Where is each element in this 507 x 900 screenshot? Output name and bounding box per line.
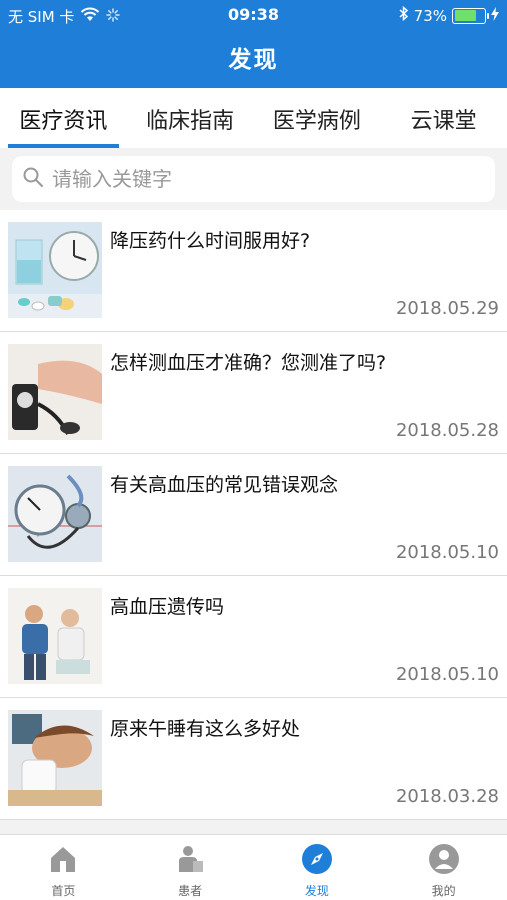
article-date: 2018.03.28 [395,786,499,807]
nav-discover[interactable]: 发现 [254,835,381,900]
article-title: 降压药什么时间服用好? [110,230,311,252]
napping-person-image [8,710,102,806]
search-input[interactable] [52,167,452,191]
article-date: 2018.05.10 [395,664,499,685]
page-title: 发现 [228,47,279,73]
article-title: 有关高血压的常见错误观念 [110,474,339,496]
nav-profile[interactable]: 我的 [380,835,507,900]
list-item[interactable]: 降压药什么时间服用好? 2018.05.29 [0,210,507,332]
article-date: 2018.05.10 [395,542,499,563]
bottom-nav: 首页 患者 发现 我的 [0,834,507,900]
sphygmomanometer-image [8,466,102,562]
nav-label: 我的 [431,884,456,898]
search-box[interactable] [12,156,495,202]
profile-icon [428,843,460,879]
nav-label: 首页 [51,884,76,898]
nav-label: 患者 [178,884,203,898]
list-item[interactable]: 原来午睡有这么多好处 2018.03.28 [0,698,507,820]
doctor-patient-image [8,588,102,684]
tab-medical-news[interactable]: 医疗资讯 [0,88,127,148]
home-icon [47,843,79,879]
list-item[interactable]: 高血压遗传吗 2018.05.10 [0,576,507,698]
article-title: 高血压遗传吗 [110,596,225,618]
battery-icon [452,7,489,24]
category-tabs: 医疗资讯 临床指南 医学病例 云课堂 [0,88,507,148]
search-icon [22,166,44,192]
tab-medical-cases[interactable]: 医学病例 [254,88,381,148]
pills-and-clock-image [8,222,102,318]
tab-clinical-guide[interactable]: 临床指南 [127,88,254,148]
search-bar [0,148,507,210]
patient-icon [174,843,206,879]
charging-icon [491,6,499,25]
compass-icon [301,843,333,879]
tab-cloud-classroom[interactable]: 云课堂 [380,88,507,148]
battery-level [454,10,476,21]
blood-pressure-measuring-image [8,344,102,440]
nav-home[interactable]: 首页 [0,835,127,900]
article-list: 降压药什么时间服用好? 2018.05.29 怎样测血压才准确？您测准了吗? 2… [0,210,507,820]
status-bar: 无 SIM 卡 09:38 73% [0,0,507,30]
nav-patients[interactable]: 患者 [127,835,254,900]
nav-label: 发现 [304,884,329,898]
app-header: 无 SIM 卡 09:38 73% 发现 [0,0,507,88]
battery-percent: 73% [413,6,447,25]
article-date: 2018.05.29 [395,298,499,319]
bluetooth-icon [399,5,409,25]
list-item[interactable]: 有关高血压的常见错误观念 2018.05.10 [0,454,507,576]
article-title: 原来午睡有这么多好处 [110,718,301,740]
article-title: 怎样测血压才准确？您测准了吗? [110,352,387,374]
list-item[interactable]: 怎样测血压才准确？您测准了吗? 2018.05.28 [0,332,507,454]
article-date: 2018.05.28 [395,420,499,441]
